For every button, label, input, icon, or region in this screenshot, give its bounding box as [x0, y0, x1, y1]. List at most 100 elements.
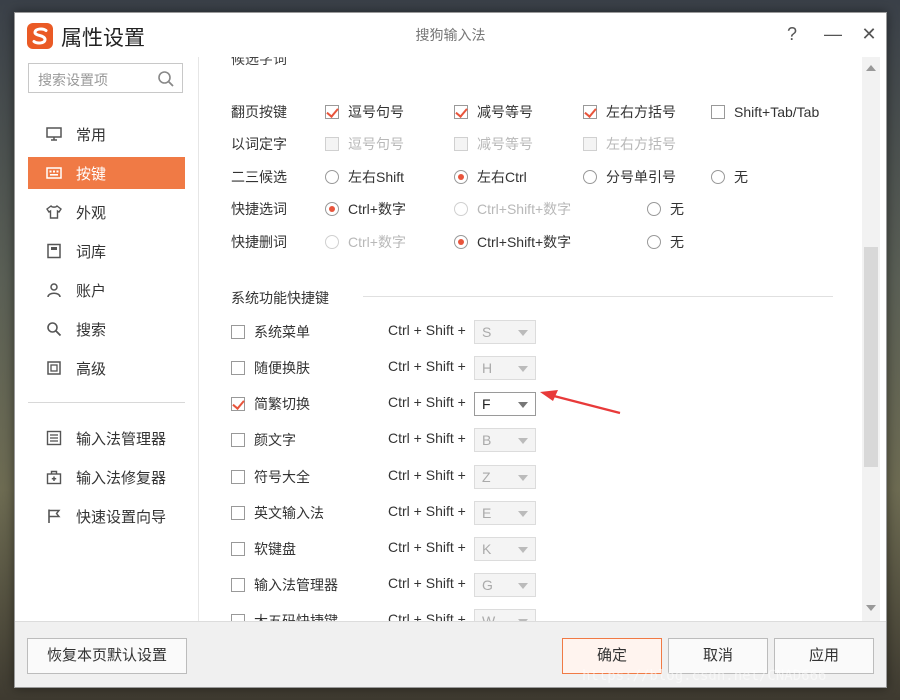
- option-label: 左右Ctrl: [477, 169, 527, 185]
- checkbox-box[interactable]: [711, 105, 725, 119]
- hotkey-checkbox[interactable]: 符号大全: [231, 467, 310, 487]
- checkbox-box[interactable]: [231, 614, 245, 621]
- sidebar-item-ime-manager[interactable]: 输入法管理器: [28, 422, 185, 454]
- checkbox-box: [325, 137, 339, 151]
- option-label: 左右Shift: [348, 169, 405, 185]
- hotkey-row-symbols: 符号大全 Ctrl + Shift + Z: [231, 465, 551, 489]
- sidebar-item-label: 输入法管理器: [76, 431, 167, 448]
- quick-delete-ctrl-shift-num-radio[interactable]: Ctrl+Shift+数字: [454, 232, 571, 252]
- sidebar-item-label: 词库: [76, 244, 107, 261]
- reset-defaults-button[interactable]: 恢复本页默认设置: [27, 638, 187, 674]
- radio-circle[interactable]: [711, 170, 725, 184]
- checkbox-box[interactable]: [231, 397, 245, 411]
- sidebar-item-advanced[interactable]: 高级: [28, 352, 185, 384]
- hotkey-label: 系统菜单: [254, 324, 310, 340]
- hotkey-checkbox[interactable]: 随便换肤: [231, 358, 310, 378]
- sidebar-item-label: 账户: [76, 283, 107, 300]
- candidate-shift-radio[interactable]: 左右Shift: [325, 167, 404, 187]
- checkbox-box[interactable]: [231, 470, 245, 484]
- sidebar-item-account[interactable]: 账户: [28, 274, 185, 306]
- close-button[interactable]: ✕: [857, 21, 881, 47]
- quick-select-ctrl-shift-num-radio: Ctrl+Shift+数字: [454, 199, 571, 219]
- hotkey-checkbox[interactable]: 软键盘: [231, 539, 296, 559]
- red-arrow-annotation-icon: [540, 390, 621, 415]
- hotkey-checkbox[interactable]: 系统菜单: [231, 322, 310, 342]
- title-bar[interactable]: 属性设置 搜狗输入法 ? — ✕: [15, 13, 886, 57]
- option-label: 减号等号: [477, 136, 533, 152]
- quick-select-ctrl-num-radio[interactable]: Ctrl+数字: [325, 199, 406, 219]
- hotkey-checkbox[interactable]: 颜文字: [231, 430, 296, 450]
- checkbox-box[interactable]: [231, 578, 245, 592]
- hotkey-modifiers: Ctrl + Shift +: [388, 611, 466, 621]
- radio-circle[interactable]: [454, 235, 468, 249]
- word-to-char-label: 以词定字: [231, 136, 287, 152]
- sidebar-item-keys[interactable]: 按键: [28, 157, 185, 189]
- hotkey-checkbox[interactable]: 输入法管理器: [231, 575, 338, 595]
- checkbox-box: [583, 137, 597, 151]
- minimize-button[interactable]: —: [821, 21, 845, 47]
- hotkey-row-soft-keyboard: 软键盘 Ctrl + Shift + K: [231, 537, 551, 561]
- sidebar-item-search[interactable]: 搜索: [28, 313, 185, 345]
- shirt-icon: [46, 204, 62, 219]
- sidebar-item-setup-wizard[interactable]: 快速设置向导: [28, 500, 185, 532]
- radio-circle[interactable]: [325, 170, 339, 184]
- hotkey-checkbox[interactable]: 简繁切换: [231, 394, 310, 414]
- scroll-down-icon[interactable]: [866, 605, 876, 611]
- quick-select-none-radio[interactable]: 无: [647, 199, 684, 219]
- search-icon[interactable]: [157, 70, 175, 88]
- checkbox-box[interactable]: [231, 506, 245, 520]
- option-label: Ctrl+数字: [348, 234, 406, 250]
- hotkey-label: 大五码快捷键: [254, 613, 338, 621]
- paging-minus-equal-checkbox[interactable]: 减号等号: [454, 102, 533, 122]
- checkbox-box[interactable]: [454, 105, 468, 119]
- radio-circle: [454, 202, 468, 216]
- paging-brackets-checkbox[interactable]: 左右方括号: [583, 102, 676, 122]
- scroll-up-icon[interactable]: [866, 65, 876, 71]
- option-label: 减号等号: [477, 104, 533, 120]
- chevron-down-icon[interactable]: [518, 402, 528, 408]
- radio-circle[interactable]: [454, 170, 468, 184]
- checkbox-box[interactable]: [325, 105, 339, 119]
- paging-comma-period-checkbox[interactable]: 逗号句号: [325, 102, 404, 122]
- sidebar-item-common[interactable]: 常用: [28, 118, 185, 150]
- hotkey-key-select: K: [474, 537, 536, 561]
- hotkey-key-value: H: [482, 360, 493, 376]
- app-name: 搜狗输入法: [415, 27, 486, 43]
- sidebar-item-appearance[interactable]: 外观: [28, 196, 185, 228]
- sidebar-item-dictionary[interactable]: 词库: [28, 235, 185, 267]
- second-third-candidate-label: 二三候选: [231, 169, 287, 185]
- scrollbar-thumb[interactable]: [864, 247, 878, 467]
- quick-delete-none-radio[interactable]: 无: [647, 232, 684, 252]
- hotkey-label: 英文输入法: [254, 505, 324, 521]
- option-label: 逗号句号: [348, 136, 404, 152]
- checkbox-box[interactable]: [231, 325, 245, 339]
- hotkey-key-select[interactable]: F: [474, 392, 536, 416]
- radio-circle: [325, 235, 339, 249]
- list-icon: [46, 430, 62, 446]
- hotkey-checkbox[interactable]: 大五码快捷键: [231, 611, 338, 621]
- vertical-scrollbar[interactable]: [862, 57, 880, 621]
- candidate-ctrl-radio[interactable]: 左右Ctrl: [454, 167, 527, 187]
- checkbox-box[interactable]: [583, 105, 597, 119]
- hotkey-modifiers: Ctrl + Shift +: [388, 539, 466, 555]
- checkbox-box[interactable]: [231, 361, 245, 375]
- radio-circle[interactable]: [647, 202, 661, 216]
- quick-select-label: 快捷选词: [231, 201, 287, 217]
- monitor-icon: [46, 127, 62, 141]
- hotkey-row-big5: 大五码快捷键 Ctrl + Shift + W: [231, 609, 551, 621]
- radio-circle[interactable]: [325, 202, 339, 216]
- help-button[interactable]: ?: [780, 21, 804, 47]
- radio-circle[interactable]: [583, 170, 597, 184]
- hotkey-checkbox[interactable]: 英文输入法: [231, 503, 324, 523]
- candidate-semicolon-radio[interactable]: 分号单引号: [583, 167, 676, 187]
- hotkey-key-select: S: [474, 320, 536, 344]
- radio-circle[interactable]: [647, 235, 661, 249]
- hotkey-label: 软键盘: [254, 541, 296, 557]
- search-input[interactable]: 搜索设置项: [28, 63, 183, 93]
- sidebar-item-label: 按键: [76, 166, 107, 183]
- candidate-none-radio[interactable]: 无: [711, 167, 748, 187]
- paging-shift-tab-checkbox[interactable]: Shift+Tab/Tab: [711, 102, 819, 122]
- sidebar-item-ime-repair[interactable]: 输入法修复器: [28, 461, 185, 493]
- checkbox-box[interactable]: [231, 542, 245, 556]
- checkbox-box[interactable]: [231, 433, 245, 447]
